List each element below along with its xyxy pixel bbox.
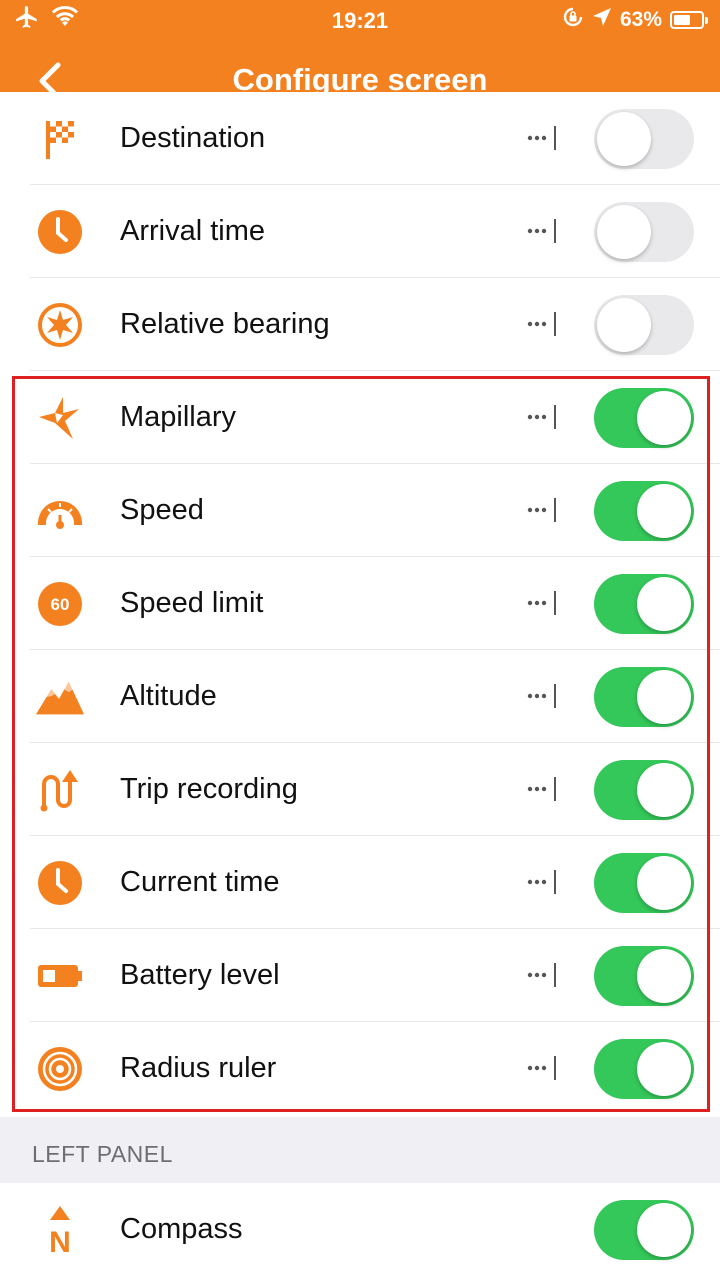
toggle-knob	[597, 112, 651, 166]
compass-star-icon	[34, 299, 86, 351]
widget-row-speed-limit: 60 Speed limit	[0, 557, 720, 650]
toggle-switch[interactable]	[594, 1039, 694, 1099]
section-title: LEFT PANEL	[32, 1141, 173, 1167]
widget-label: Current time	[120, 866, 280, 898]
toggle-knob	[637, 484, 691, 538]
more-options-icon[interactable]	[522, 122, 562, 154]
battery-icon	[34, 950, 86, 1002]
rotation-lock-icon	[562, 6, 584, 34]
speedometer-icon	[34, 485, 86, 537]
more-options-icon[interactable]	[522, 308, 562, 340]
clock-icon	[34, 857, 86, 909]
toggle-switch[interactable]	[594, 202, 694, 262]
svg-text:60: 60	[51, 595, 70, 614]
toggle-switch[interactable]	[594, 388, 694, 448]
svg-text:N: N	[49, 1226, 71, 1256]
widget-label: Battery level	[120, 959, 280, 991]
widget-row-current-time: Current time	[0, 836, 720, 929]
widget-row-arrival-time: Arrival time	[0, 185, 720, 278]
widget-label: Relative bearing	[120, 308, 330, 340]
toggle-switch[interactable]	[594, 667, 694, 727]
widget-row-trip-recording: Trip recording	[0, 743, 720, 836]
toggle-switch[interactable]	[594, 109, 694, 169]
widget-label: Mapillary	[120, 401, 237, 433]
widget-label: Destination	[120, 122, 266, 154]
toggle-knob	[637, 949, 691, 1003]
more-options-icon[interactable]	[522, 680, 562, 712]
radius-ruler-icon	[34, 1043, 86, 1095]
battery-percent: 63%	[619, 8, 662, 31]
widget-label: Trip recording	[120, 773, 298, 805]
more-options-icon[interactable]	[522, 587, 562, 619]
toggle-knob	[637, 856, 691, 910]
toggle-knob	[637, 1042, 691, 1096]
more-options-icon[interactable]	[522, 215, 562, 247]
battery-status-icon	[670, 11, 708, 29]
widget-row-mapillary: Mapillary	[0, 371, 720, 464]
widget-row-battery-level: Battery level	[0, 929, 720, 1022]
status-right: 63%	[562, 6, 708, 34]
widget-row-speed: Speed	[0, 464, 720, 557]
widget-label: Compass	[120, 1213, 243, 1245]
widget-label: Speed	[120, 494, 204, 526]
left-panel-list: N Compass	[0, 1183, 720, 1276]
checkered-flag-icon	[34, 113, 86, 165]
location-arrow-icon	[592, 7, 612, 33]
widget-list: Destination Arrival time Relative bearing M…	[0, 92, 720, 1115]
more-options-icon[interactable]	[522, 866, 562, 898]
toggle-switch[interactable]	[594, 1200, 694, 1260]
widget-label: Altitude	[120, 680, 217, 712]
more-options-icon[interactable]	[522, 959, 562, 991]
toggle-knob	[597, 298, 651, 352]
more-options-icon[interactable]	[522, 773, 562, 805]
toggle-switch[interactable]	[594, 760, 694, 820]
mapillary-icon	[34, 392, 86, 444]
clock-icon	[34, 206, 86, 258]
toggle-knob	[637, 391, 691, 445]
toggle-knob	[637, 577, 691, 631]
widget-row-altitude: Altitude	[0, 650, 720, 743]
trip-recording-icon	[34, 764, 86, 816]
more-options-icon[interactable]	[522, 1052, 562, 1084]
section-header-left-panel: LEFT PANEL	[0, 1117, 720, 1183]
widget-row-destination: Destination	[0, 92, 720, 185]
toggle-knob	[637, 670, 691, 724]
widget-row-relative-bearing: Relative bearing	[0, 278, 720, 371]
widget-row-radius-ruler: Radius ruler	[0, 1022, 720, 1115]
widget-row-compass: N Compass	[0, 1183, 720, 1276]
toggle-switch[interactable]	[594, 946, 694, 1006]
toggle-knob	[597, 205, 651, 259]
widget-label: Speed limit	[120, 587, 264, 619]
compass-n-icon: N	[34, 1204, 86, 1256]
status-bar: 19:21 63%	[0, 0, 720, 40]
toggle-knob	[637, 1203, 691, 1257]
toggle-switch[interactable]	[594, 574, 694, 634]
speed-limit-icon: 60	[34, 578, 86, 630]
toggle-switch[interactable]	[594, 853, 694, 913]
toggle-switch[interactable]	[594, 295, 694, 355]
more-options-icon[interactable]	[522, 494, 562, 526]
mountain-icon	[34, 671, 86, 723]
toggle-knob	[637, 763, 691, 817]
more-options-icon[interactable]	[522, 401, 562, 433]
widget-label: Arrival time	[120, 215, 266, 247]
widget-label: Radius ruler	[120, 1052, 277, 1084]
toggle-switch[interactable]	[594, 481, 694, 541]
